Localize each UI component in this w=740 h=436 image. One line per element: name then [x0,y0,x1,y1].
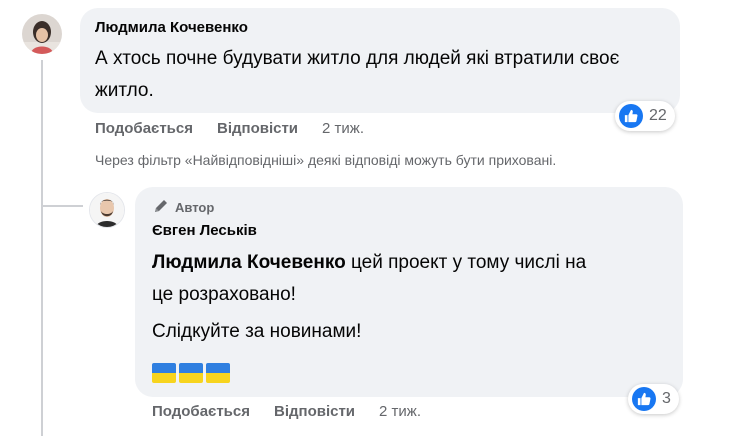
ua-flag-icon [206,363,230,383]
reaction-count[interactable]: 22 [615,101,675,131]
timestamp[interactable]: 2 тиж. [379,403,421,420]
like-icon [619,104,643,128]
reply-actions: Подобається Відповісти 2 тиж. [152,403,421,420]
comment-bubble: Людмила Кочевенко А хтось почне будувати… [80,8,680,113]
comment-text: А хтось почне будувати житло для людей я… [95,48,620,101]
ua-flag-icon [179,363,203,383]
comment-author[interactable]: Людмила Кочевенко [95,19,248,36]
reply-text-line: це розраховано! [152,284,296,305]
comment-actions: Подобається Відповісти 2 тиж. [95,120,364,137]
timestamp[interactable]: 2 тиж. [322,120,364,137]
pen-icon [153,198,169,217]
reply-text-followup: Слідкуйте за новинами! [152,321,362,342]
filter-note: Через фільтр «Найвідповідніші» деякі від… [95,152,557,168]
like-button[interactable]: Подобається [152,403,250,420]
flag-emojis [152,363,230,383]
reply-avatar[interactable] [89,192,125,228]
reply-author[interactable]: Євген Леськів [152,222,257,239]
reaction-number: 3 [662,390,671,407]
reply-button[interactable]: Відповісти [217,120,298,137]
reply-reaction-count[interactable]: 3 [628,384,679,414]
reply-text-line: цей проект у тому числі на [345,252,587,273]
author-badge-label: Автор [175,200,215,215]
mention-link[interactable]: Людмила Кочевенко [152,252,346,273]
reply-connector [43,205,83,207]
avatar[interactable] [22,14,62,54]
reaction-number: 22 [649,107,667,124]
like-icon [632,387,656,411]
like-button[interactable]: Подобається [95,120,193,137]
ua-flag-icon [152,363,176,383]
thread-line [41,60,43,436]
author-badge: Автор [153,198,214,217]
reply-text: Людмила Кочевенко цей проект у тому числ… [152,247,672,311]
reply-button[interactable]: Відповісти [274,403,355,420]
